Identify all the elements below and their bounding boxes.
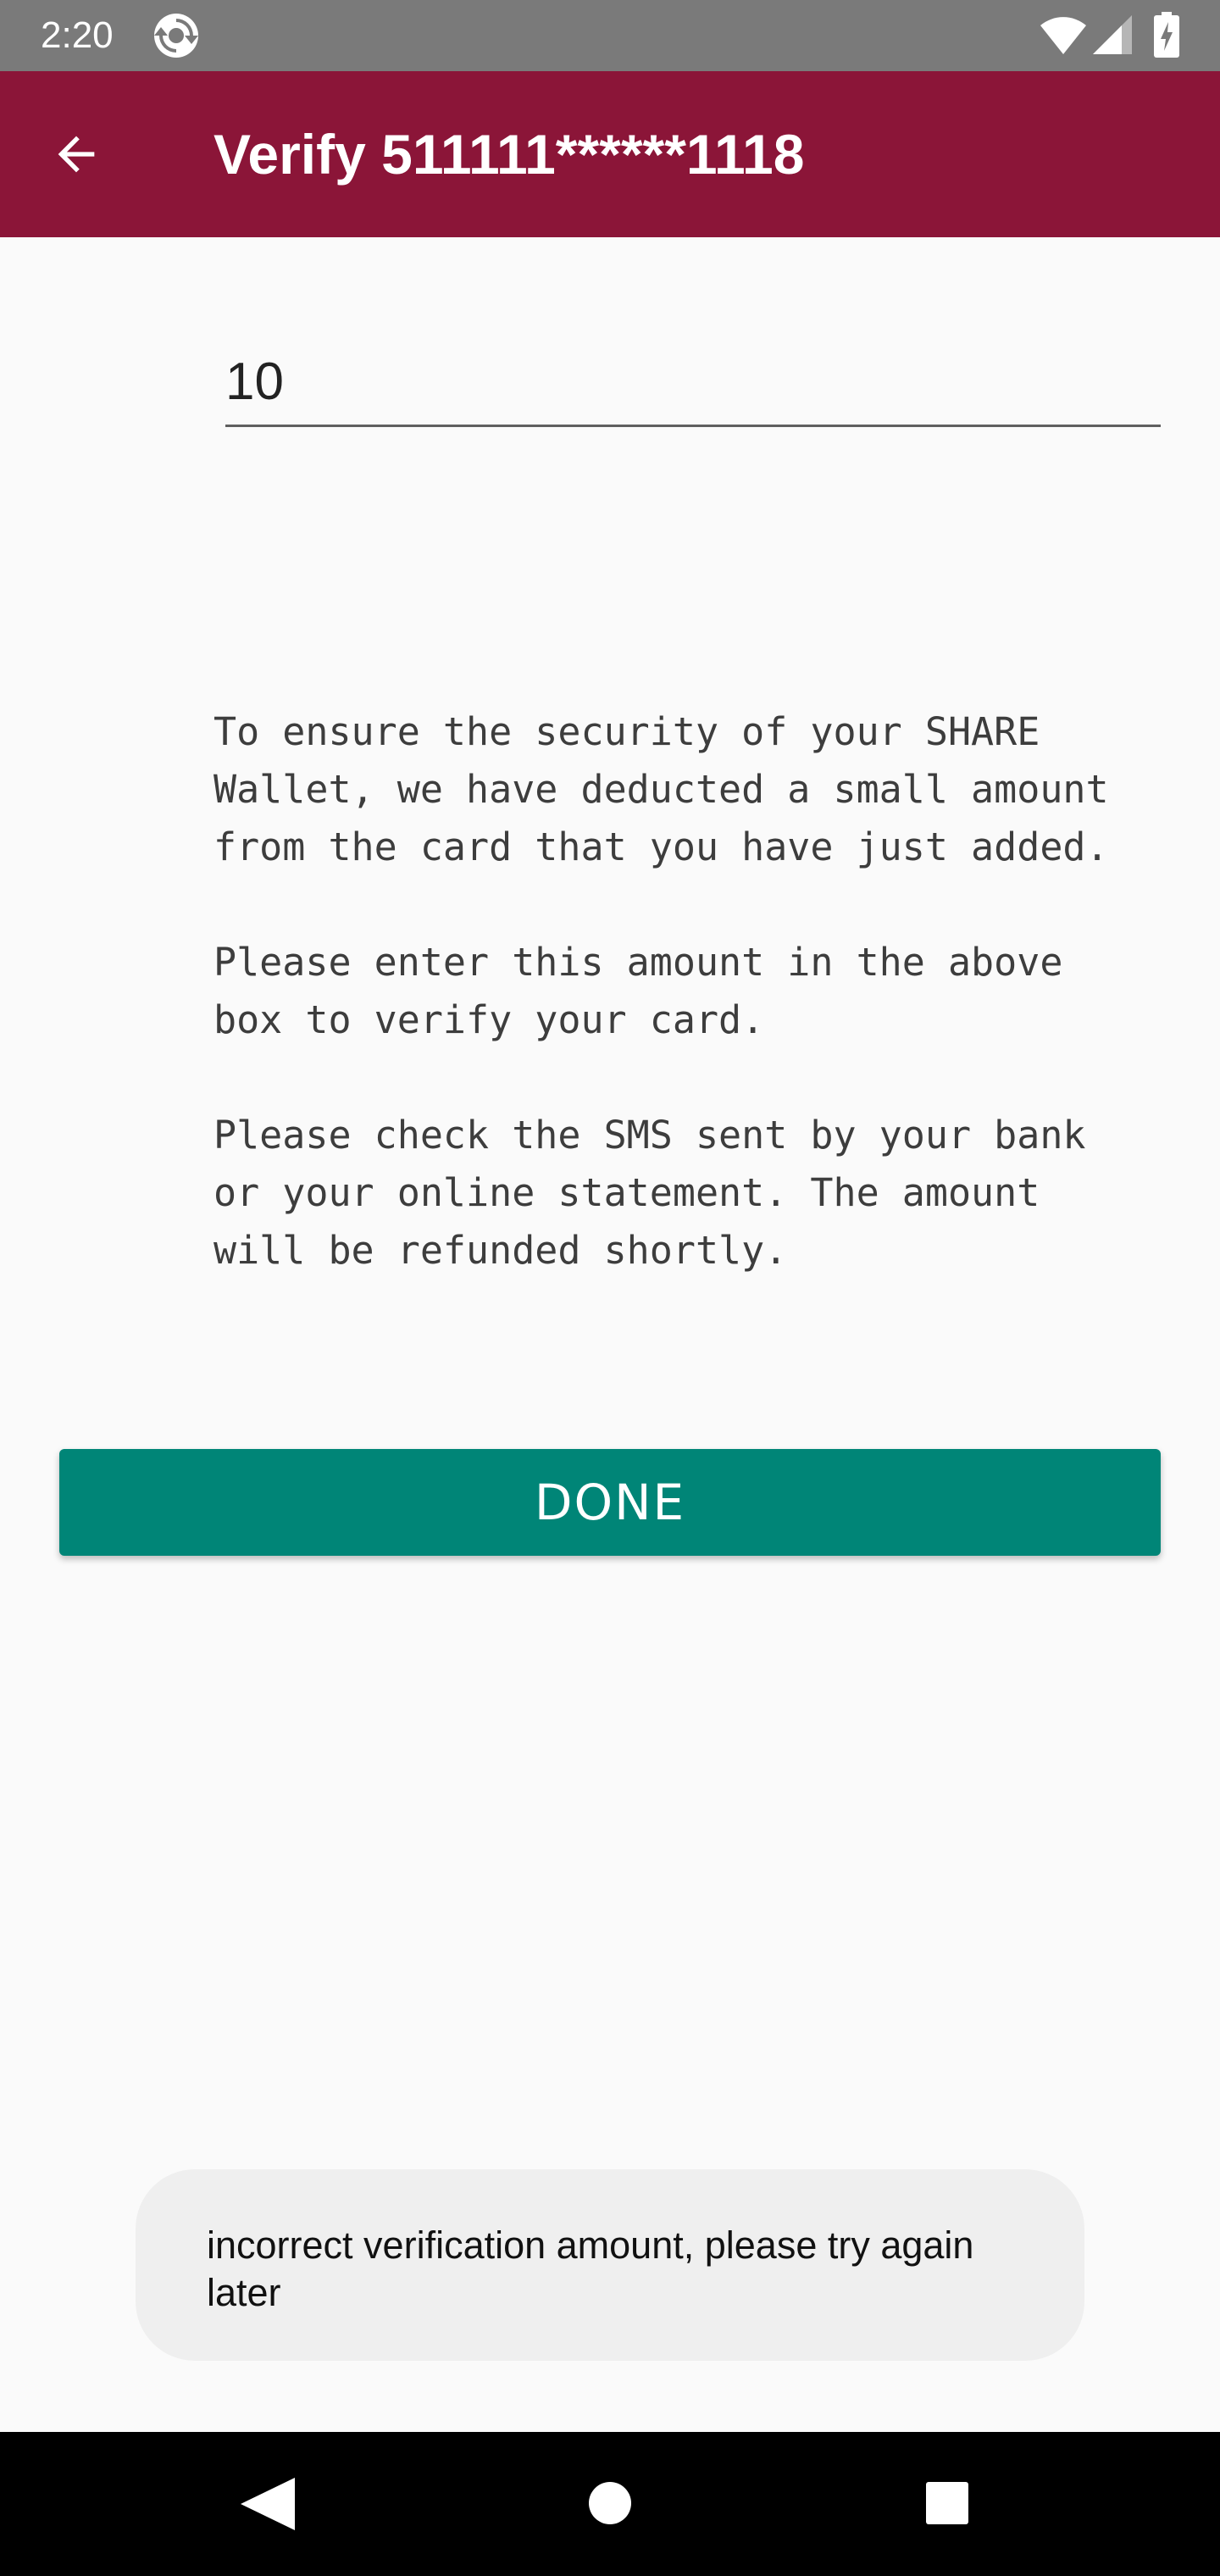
info-paragraph-security: To ensure the security of your SHARE Wal… <box>214 709 1109 869</box>
signal-icon <box>1093 15 1132 54</box>
sync-icon <box>154 14 198 58</box>
wifi-icon <box>1040 17 1086 54</box>
arrow-left-icon <box>58 136 95 173</box>
battery-icon <box>1154 12 1179 58</box>
nav-home-icon[interactable] <box>588 2481 632 2525</box>
verification-amount-input[interactable] <box>225 339 1161 427</box>
verification-instructions: To ensure the security of your SHARE Wal… <box>214 703 1188 1337</box>
navigation-bar <box>0 2432 1220 2576</box>
app-bar: Verify 511111******1118 <box>0 71 1220 237</box>
page-title: Verify 511111******1118 <box>214 123 805 186</box>
nav-recents-icon[interactable] <box>925 2481 969 2525</box>
back-button[interactable] <box>34 112 119 197</box>
status-bar: 2:20 <box>0 0 1220 71</box>
info-paragraph-check-sms: Please check the SMS sent by your bank o… <box>214 1113 1086 1273</box>
status-time: 2:20 <box>41 14 114 56</box>
info-paragraph-enter-amount: Please enter this amount in the above bo… <box>214 940 1063 1042</box>
done-button[interactable]: DONE <box>59 1449 1161 1556</box>
error-toast: incorrect verification amount, please tr… <box>136 2169 1084 2361</box>
nav-back-icon[interactable] <box>237 2476 297 2532</box>
toast-message: incorrect verification amount, please tr… <box>207 2223 974 2314</box>
verify-card-screen: 2:20 Verify 511111******1118 10 To ensur… <box>0 0 1220 2576</box>
